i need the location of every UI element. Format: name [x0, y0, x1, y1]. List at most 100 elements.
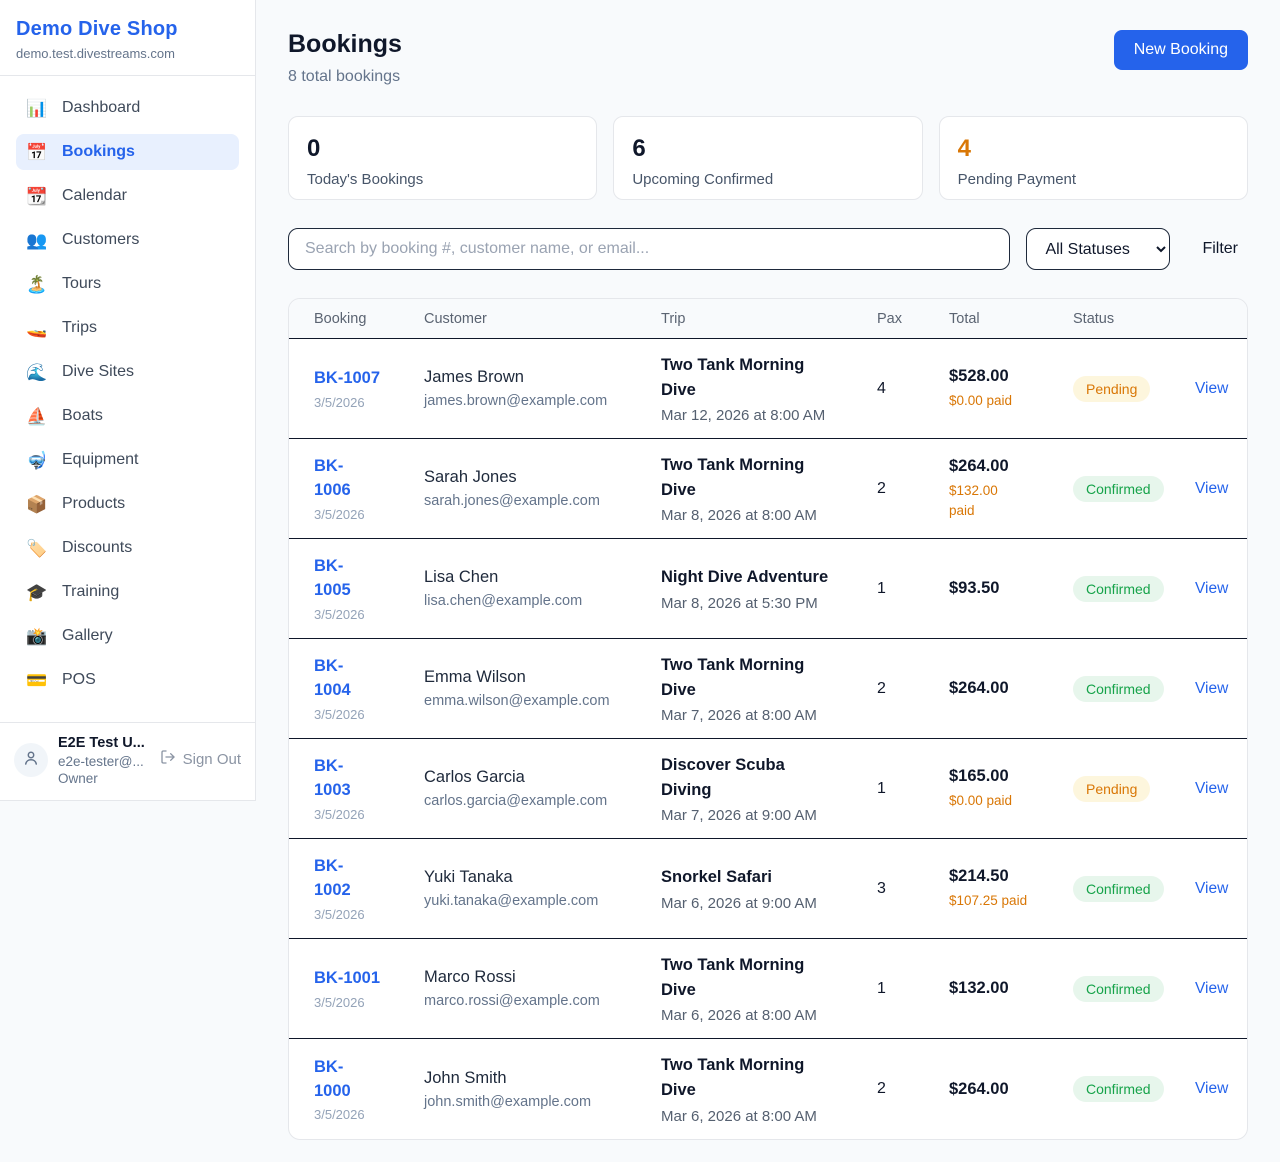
booking-id-link[interactable]: BK- 1000 — [314, 1056, 351, 1104]
table-row: BK- 1006 3/5/2026Sarah Jonessarah.jones@e… — [289, 439, 1247, 539]
trip-name: Two Tank Morning Dive — [661, 1053, 839, 1103]
camera-icon: 📸 — [26, 628, 48, 645]
pax-count: 2 — [877, 1080, 949, 1098]
booking-cell: BK- 1002 3/5/2026 — [314, 855, 424, 922]
app-domain: demo.test.divestreams.com — [16, 46, 239, 61]
stat-card-upcoming-confirmed: 6 Upcoming Confirmed — [613, 116, 922, 200]
column-header-status: Status — [1073, 311, 1195, 327]
customer-name: Lisa Chen — [424, 568, 661, 587]
sidebar-item-equipment[interactable]: 🤿 Equipment — [16, 442, 239, 478]
total-amount: $264.00 — [949, 457, 1073, 476]
sidebar-item-customers[interactable]: 👥Customers — [16, 222, 239, 258]
sidebar-item-label: Equipment — [62, 451, 139, 469]
status-badge: Confirmed — [1073, 1076, 1164, 1102]
new-booking-button[interactable]: New Booking — [1114, 30, 1248, 70]
app-root: Demo Dive Shop demo.test.divestreams.com… — [0, 0, 1280, 1140]
view-link[interactable]: View — [1195, 380, 1228, 397]
sidebar-item-trips[interactable]: 🚤Trips — [16, 310, 239, 346]
booking-id-link[interactable]: BK- 1006 — [314, 455, 351, 503]
view-link[interactable]: View — [1195, 780, 1228, 797]
customer-name: Emma Wilson — [424, 668, 661, 687]
customer-name: John Smith — [424, 1069, 661, 1088]
trip-datetime: Mar 6, 2026 at 8:00 AM — [661, 1007, 877, 1024]
table-row: BK-10013/5/2026Marco Rossimarco.rossi@ex… — [289, 939, 1247, 1039]
bookings-table: Booking Customer Trip Pax Total Status B… — [288, 298, 1248, 1140]
user-role: Owner — [58, 771, 150, 786]
sidebar-item-discounts[interactable]: 🏷️Discounts — [16, 530, 239, 566]
sidebar-item-label: Dive Sites — [62, 363, 134, 381]
trip-name: Two Tank Morning Dive — [661, 453, 839, 503]
trip-name: Two Tank Morning Dive — [661, 953, 839, 1003]
sidebar-item-boats[interactable]: ⛵Boats — [16, 398, 239, 434]
trip-datetime: Mar 8, 2026 at 5:30 PM — [661, 595, 877, 612]
booking-date: 3/5/2026 — [314, 907, 424, 922]
sailboat-icon: ⛵ — [26, 408, 48, 425]
booking-date: 3/5/2026 — [314, 507, 424, 522]
stat-label: Pending Payment — [958, 171, 1229, 188]
sidebar-item-dive-sites[interactable]: 🌊Dive Sites — [16, 354, 239, 390]
total-cell: $214.50$107.25 paid — [949, 867, 1073, 911]
user-meta: E2E Test U... e2e-tester@... Owner — [58, 735, 150, 786]
view-link[interactable]: View — [1195, 680, 1228, 697]
trip-cell: Night Dive AdventureMar 8, 2026 at 5:30 … — [661, 565, 877, 612]
customer-cell: Marco Rossimarco.rossi@example.com — [424, 968, 661, 1009]
booking-id-link[interactable]: BK-1007 — [314, 367, 380, 391]
booking-cell: BK- 10043/5/2026 — [314, 655, 424, 722]
table-header-row: Booking Customer Trip Pax Total Status — [289, 299, 1247, 339]
customer-cell: Sarah Jonessarah.jones@example.com — [424, 468, 661, 509]
booking-id-link[interactable]: BK- 1004 — [314, 655, 351, 703]
sidebar-item-dashboard[interactable]: 📊Dashboard — [16, 90, 239, 126]
status-badge: Confirmed — [1073, 976, 1164, 1002]
sign-out-button[interactable]: Sign Out — [160, 749, 241, 769]
sidebar-item-calendar[interactable]: 📆Calendar — [16, 178, 239, 214]
sidebar-nav: 📊Dashboard 📅Bookings 📆Calendar 👥Customers 🏝️… — [0, 76, 255, 722]
sidebar-item-gallery[interactable]: 📸Gallery — [16, 618, 239, 654]
user-email: e2e-tester@... — [58, 754, 150, 769]
sidebar-item-bookings[interactable]: 📅Bookings — [16, 134, 239, 170]
booking-cell: BK- 1006 3/5/2026 — [314, 455, 424, 522]
table-body: BK-10073/5/2026James Brownjames.brown@ex… — [289, 339, 1247, 1139]
view-link[interactable]: View — [1195, 480, 1228, 497]
view-link[interactable]: View — [1195, 1080, 1228, 1097]
filter-button[interactable]: Filter — [1192, 240, 1248, 258]
status-cell: Pending — [1073, 776, 1195, 802]
customer-cell: James Brownjames.brown@example.com — [424, 368, 661, 409]
customer-cell: Lisa Chen lisa.chen@example.com — [424, 568, 661, 609]
table-row: BK- 10023/5/2026Yuki Tanakayuki.tanaka@e… — [289, 839, 1247, 939]
status-cell: Confirmed — [1073, 1076, 1195, 1102]
sidebar-user-section: E2E Test U... e2e-tester@... Owner Sign … — [0, 722, 255, 800]
sidebar-item-training[interactable]: 🎓Training — [16, 574, 239, 610]
search-input[interactable] — [288, 228, 1010, 270]
trip-cell: Two Tank Morning DiveMar 7, 2026 at 8:00… — [661, 653, 877, 725]
sidebar-item-tours[interactable]: 🏝️Tours — [16, 266, 239, 302]
stat-label: Today's Bookings — [307, 171, 578, 188]
filter-row: All Statuses Filter — [288, 228, 1248, 270]
status-badge: Pending — [1073, 376, 1150, 402]
booking-date: 3/5/2026 — [314, 395, 424, 410]
sidebar-item-pos[interactable]: 💳POS — [16, 662, 239, 698]
page-title: Bookings — [288, 30, 402, 59]
customer-cell: Carlos Garciacarlos.garcia@example.com — [424, 768, 661, 809]
status-badge: Confirmed — [1073, 676, 1164, 702]
credit-card-icon: 💳 — [26, 672, 48, 689]
booking-id-link[interactable]: BK- 1003 — [314, 755, 351, 803]
view-link[interactable]: View — [1195, 580, 1228, 597]
booking-id-link[interactable]: BK-1001 — [314, 967, 380, 991]
trip-cell: Two Tank Morning DiveMar 8, 2026 at 8:00… — [661, 453, 877, 525]
diving-mask-icon: 🤿 — [26, 452, 48, 469]
view-cell: View — [1195, 580, 1247, 598]
booking-id-link[interactable]: BK- 1002 — [314, 855, 351, 903]
view-link[interactable]: View — [1195, 980, 1228, 997]
status-filter-select[interactable]: All Statuses — [1026, 228, 1170, 270]
customer-name: Carlos Garcia — [424, 768, 661, 787]
status-cell: Confirmed — [1073, 576, 1195, 602]
sidebar-item-products[interactable]: 📦Products — [16, 486, 239, 522]
table-row: BK- 10033/5/2026Carlos Garciacarlos.garc… — [289, 739, 1247, 839]
calendar-icon: 📅 — [26, 144, 48, 161]
total-amount: $264.00 — [949, 1080, 1073, 1099]
sidebar-item-label: Training — [62, 583, 119, 601]
view-link[interactable]: View — [1195, 880, 1228, 897]
booking-id-link[interactable]: BK- 1005 — [314, 555, 351, 603]
app-title: Demo Dive Shop — [16, 18, 239, 41]
customer-email: lisa.chen@example.com — [424, 593, 661, 609]
